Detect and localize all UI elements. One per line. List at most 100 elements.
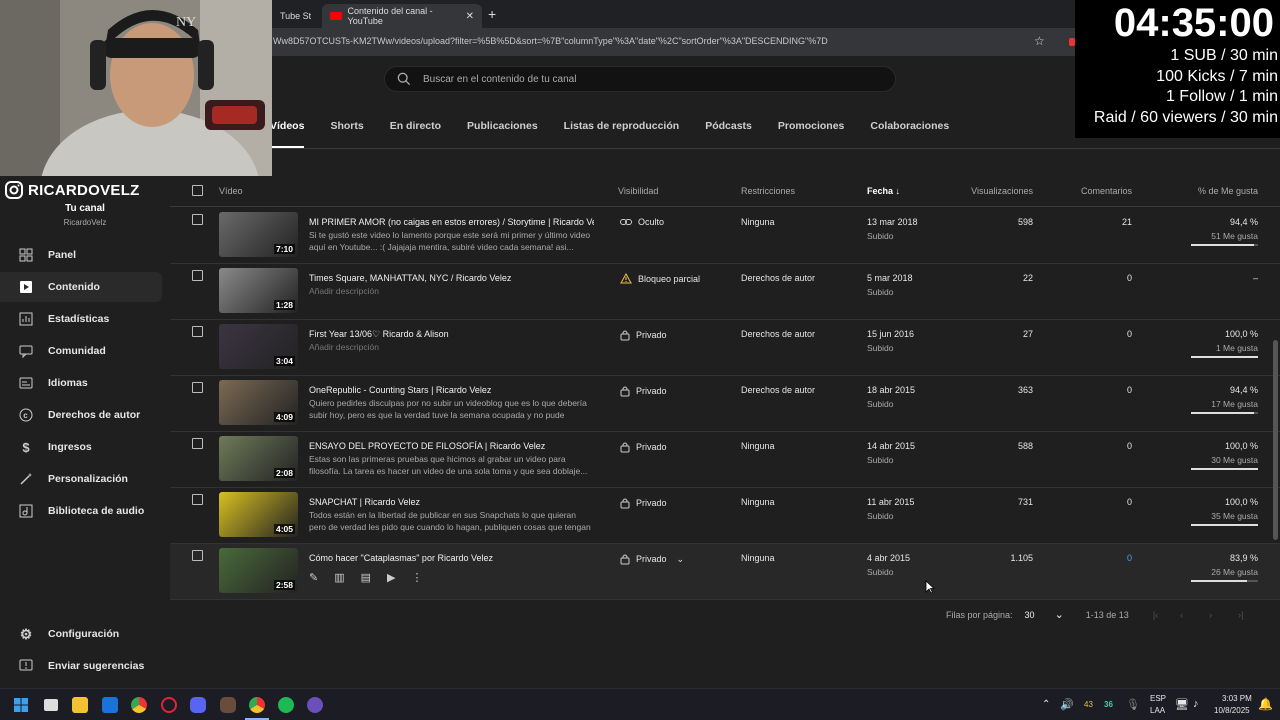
tray-badge[interactable]: 43 xyxy=(1084,700,1093,709)
file-explorer-icon[interactable] xyxy=(72,697,88,713)
sidebar-item-analytics[interactable]: Estadísticas xyxy=(0,304,162,334)
video-thumbnail[interactable]: 2:58 xyxy=(219,548,298,593)
windows-start-icon[interactable] xyxy=(13,697,29,713)
game-app-icon[interactable] xyxy=(220,697,236,713)
chevron-up-icon[interactable]: ⌃ xyxy=(1042,699,1050,710)
row-checkbox[interactable] xyxy=(192,438,203,449)
tab-live[interactable]: En directo xyxy=(377,112,454,142)
table-row[interactable]: 1:28 Times Square, MANHATTAN, NYC / Ricar… xyxy=(170,264,1280,320)
sidebar-item-earn[interactable]: $ Ingresos xyxy=(0,432,162,462)
video-title[interactable]: MI PRIMER AMOR (no caigas en estos error… xyxy=(309,217,594,227)
sidebar-item-customization[interactable]: Personalización xyxy=(0,464,162,494)
visibility-cell[interactable]: Privado xyxy=(620,441,667,453)
header-visibility[interactable]: Visibilidad xyxy=(618,186,658,196)
sidebar-item-copyright[interactable]: c Derechos de autor xyxy=(0,400,162,430)
search-input[interactable]: Buscar en el contenido de tu canal xyxy=(384,66,896,92)
new-tab-icon[interactable]: + xyxy=(488,6,496,22)
video-title[interactable]: First Year 13/06♡ Ricardo & Alison xyxy=(309,329,594,340)
network-icon[interactable]: 🖥 xyxy=(1175,698,1189,711)
restrictions-cell[interactable]: Ninguna xyxy=(741,217,775,227)
clock-date[interactable]: 10/8/2025 xyxy=(1214,706,1250,715)
visibility-cell[interactable]: Privado xyxy=(620,329,667,341)
table-row[interactable]: 4:05 SNAPCHAT | Ricardo Velez Todos están … xyxy=(170,488,1280,544)
speaker-icon[interactable]: ♪ xyxy=(1193,698,1199,710)
chrome-icon[interactable] xyxy=(131,697,147,713)
restrictions-cell[interactable]: Ninguna xyxy=(741,441,775,451)
last-page-icon[interactable]: ›| xyxy=(1238,610,1243,620)
more-options-icon[interactable]: ⋮ xyxy=(412,571,423,584)
notification-bell-icon[interactable]: 🔔 xyxy=(1258,697,1273,711)
video-title[interactable]: OneRepublic - Counting Stars | Ricardo V… xyxy=(309,385,594,395)
sidebar-item-settings[interactable]: ⚙ Configuración xyxy=(0,619,162,649)
tab-podcasts[interactable]: Pódcasts xyxy=(692,112,765,142)
visibility-cell[interactable]: Privado ⌄ xyxy=(620,553,684,565)
video-thumbnail[interactable]: 3:04 xyxy=(219,324,298,369)
sidebar-item-community[interactable]: Comunidad xyxy=(0,336,162,366)
sidebar-item-panel[interactable]: Panel xyxy=(0,240,162,270)
next-page-icon[interactable]: › xyxy=(1209,610,1212,620)
restrictions-cell[interactable]: Ninguna xyxy=(741,553,775,563)
row-checkbox[interactable] xyxy=(192,214,203,225)
opera-icon[interactable] xyxy=(161,697,177,713)
visibility-cell[interactable]: Privado xyxy=(620,385,667,397)
header-likes[interactable]: % de Me gusta xyxy=(1198,186,1258,196)
url-field[interactable]: Ww8D57OTCUSTs-KM2TWw/videos/upload?filte… xyxy=(273,36,1033,46)
restrictions-cell[interactable]: Derechos de autor xyxy=(741,273,815,283)
tab-promotions[interactable]: Promociones xyxy=(765,112,858,142)
clock-time[interactable]: 3:03 PM xyxy=(1222,694,1252,703)
volume-icon[interactable]: 🔊 xyxy=(1060,698,1074,711)
app-icon[interactable] xyxy=(307,697,323,713)
sidebar-item-content[interactable]: Contenido xyxy=(0,272,162,302)
edit-pencil-icon[interactable]: ✎ xyxy=(309,571,318,584)
visibility-cell[interactable]: Bloqueo parcial xyxy=(620,273,700,284)
restrictions-cell[interactable]: Derechos de autor xyxy=(741,385,815,395)
table-row[interactable]: 4:09 OneRepublic - Counting Stars | Ricar… xyxy=(170,376,1280,432)
outlook-icon[interactable] xyxy=(102,697,118,713)
video-title[interactable]: SNAPCHAT | Ricardo Velez xyxy=(309,497,594,507)
row-checkbox[interactable] xyxy=(192,326,203,337)
browser-tab-active[interactable]: Contenido del canal - YouTube ✕ xyxy=(322,4,482,28)
visibility-cell[interactable]: Oculto xyxy=(620,217,664,227)
chevron-down-icon[interactable]: ⌄ xyxy=(677,554,685,565)
spotify-icon[interactable] xyxy=(278,697,294,713)
tab-shorts[interactable]: Shorts xyxy=(317,112,376,142)
task-view-icon[interactable] xyxy=(44,699,58,711)
tab-collaborations[interactable]: Colaboraciones xyxy=(857,112,962,142)
header-date[interactable]: Fecha ↓ xyxy=(867,186,900,196)
sidebar-item-languages[interactable]: Idiomas xyxy=(0,368,162,398)
comments-cell[interactable]: 0 xyxy=(1127,273,1132,283)
channel-title[interactable]: Tu canal xyxy=(0,203,170,214)
tab-videos[interactable]: Vídeos xyxy=(270,112,317,148)
restrictions-cell[interactable]: Ninguna xyxy=(741,497,775,507)
prev-page-icon[interactable]: ‹ xyxy=(1180,610,1183,620)
tray-badge[interactable]: 36 xyxy=(1104,700,1113,709)
row-checkbox[interactable] xyxy=(192,270,203,281)
language-top[interactable]: ESP xyxy=(1150,694,1166,703)
discord-icon[interactable] xyxy=(190,697,206,713)
row-checkbox[interactable] xyxy=(192,550,203,561)
header-views[interactable]: Visualizaciones xyxy=(971,186,1033,196)
video-thumbnail[interactable]: 4:05 xyxy=(219,492,298,537)
rows-per-page-select[interactable]: 30 xyxy=(1025,610,1035,620)
header-restrictions[interactable]: Restricciones xyxy=(741,186,795,196)
comments-cell[interactable]: 0 xyxy=(1127,497,1132,507)
video-thumbnail[interactable]: 2:08 xyxy=(219,436,298,481)
close-icon[interactable]: ✕ xyxy=(466,11,474,22)
row-checkbox[interactable] xyxy=(192,382,203,393)
sidebar-item-audio-library[interactable]: Biblioteca de audio xyxy=(0,496,162,526)
table-row[interactable]: 7:10 MI PRIMER AMOR (no caigas en estos e… xyxy=(170,208,1280,264)
star-icon[interactable]: ☆ xyxy=(1034,34,1045,48)
video-title[interactable]: ENSAYO DEL PROYECTO DE FILOSOFÍA | Ricar… xyxy=(309,441,594,451)
table-row[interactable]: 2:58 Cómo hacer "Cataplasmas" por Ricardo… xyxy=(170,544,1280,600)
video-thumbnail[interactable]: 1:28 xyxy=(219,268,298,313)
visibility-cell[interactable]: Privado xyxy=(620,497,667,509)
comments-cell[interactable]: 0 xyxy=(1127,329,1132,339)
sidebar-item-feedback[interactable]: Enviar sugerencias xyxy=(0,651,162,681)
analytics-icon[interactable]: ▥ xyxy=(334,571,344,584)
select-all-checkbox[interactable] xyxy=(192,185,203,196)
table-row[interactable]: 2:08 ENSAYO DEL PROYECTO DE FILOSOFÍA | R… xyxy=(170,432,1280,488)
comments-cell[interactable]: 0 xyxy=(1127,385,1132,395)
tab-playlists[interactable]: Listas de reproducción xyxy=(551,112,693,142)
video-title[interactable]: Times Square, MANHATTAN, NYC / Ricardo V… xyxy=(309,273,594,283)
chevron-down-icon[interactable]: ⌄ xyxy=(1055,608,1064,621)
